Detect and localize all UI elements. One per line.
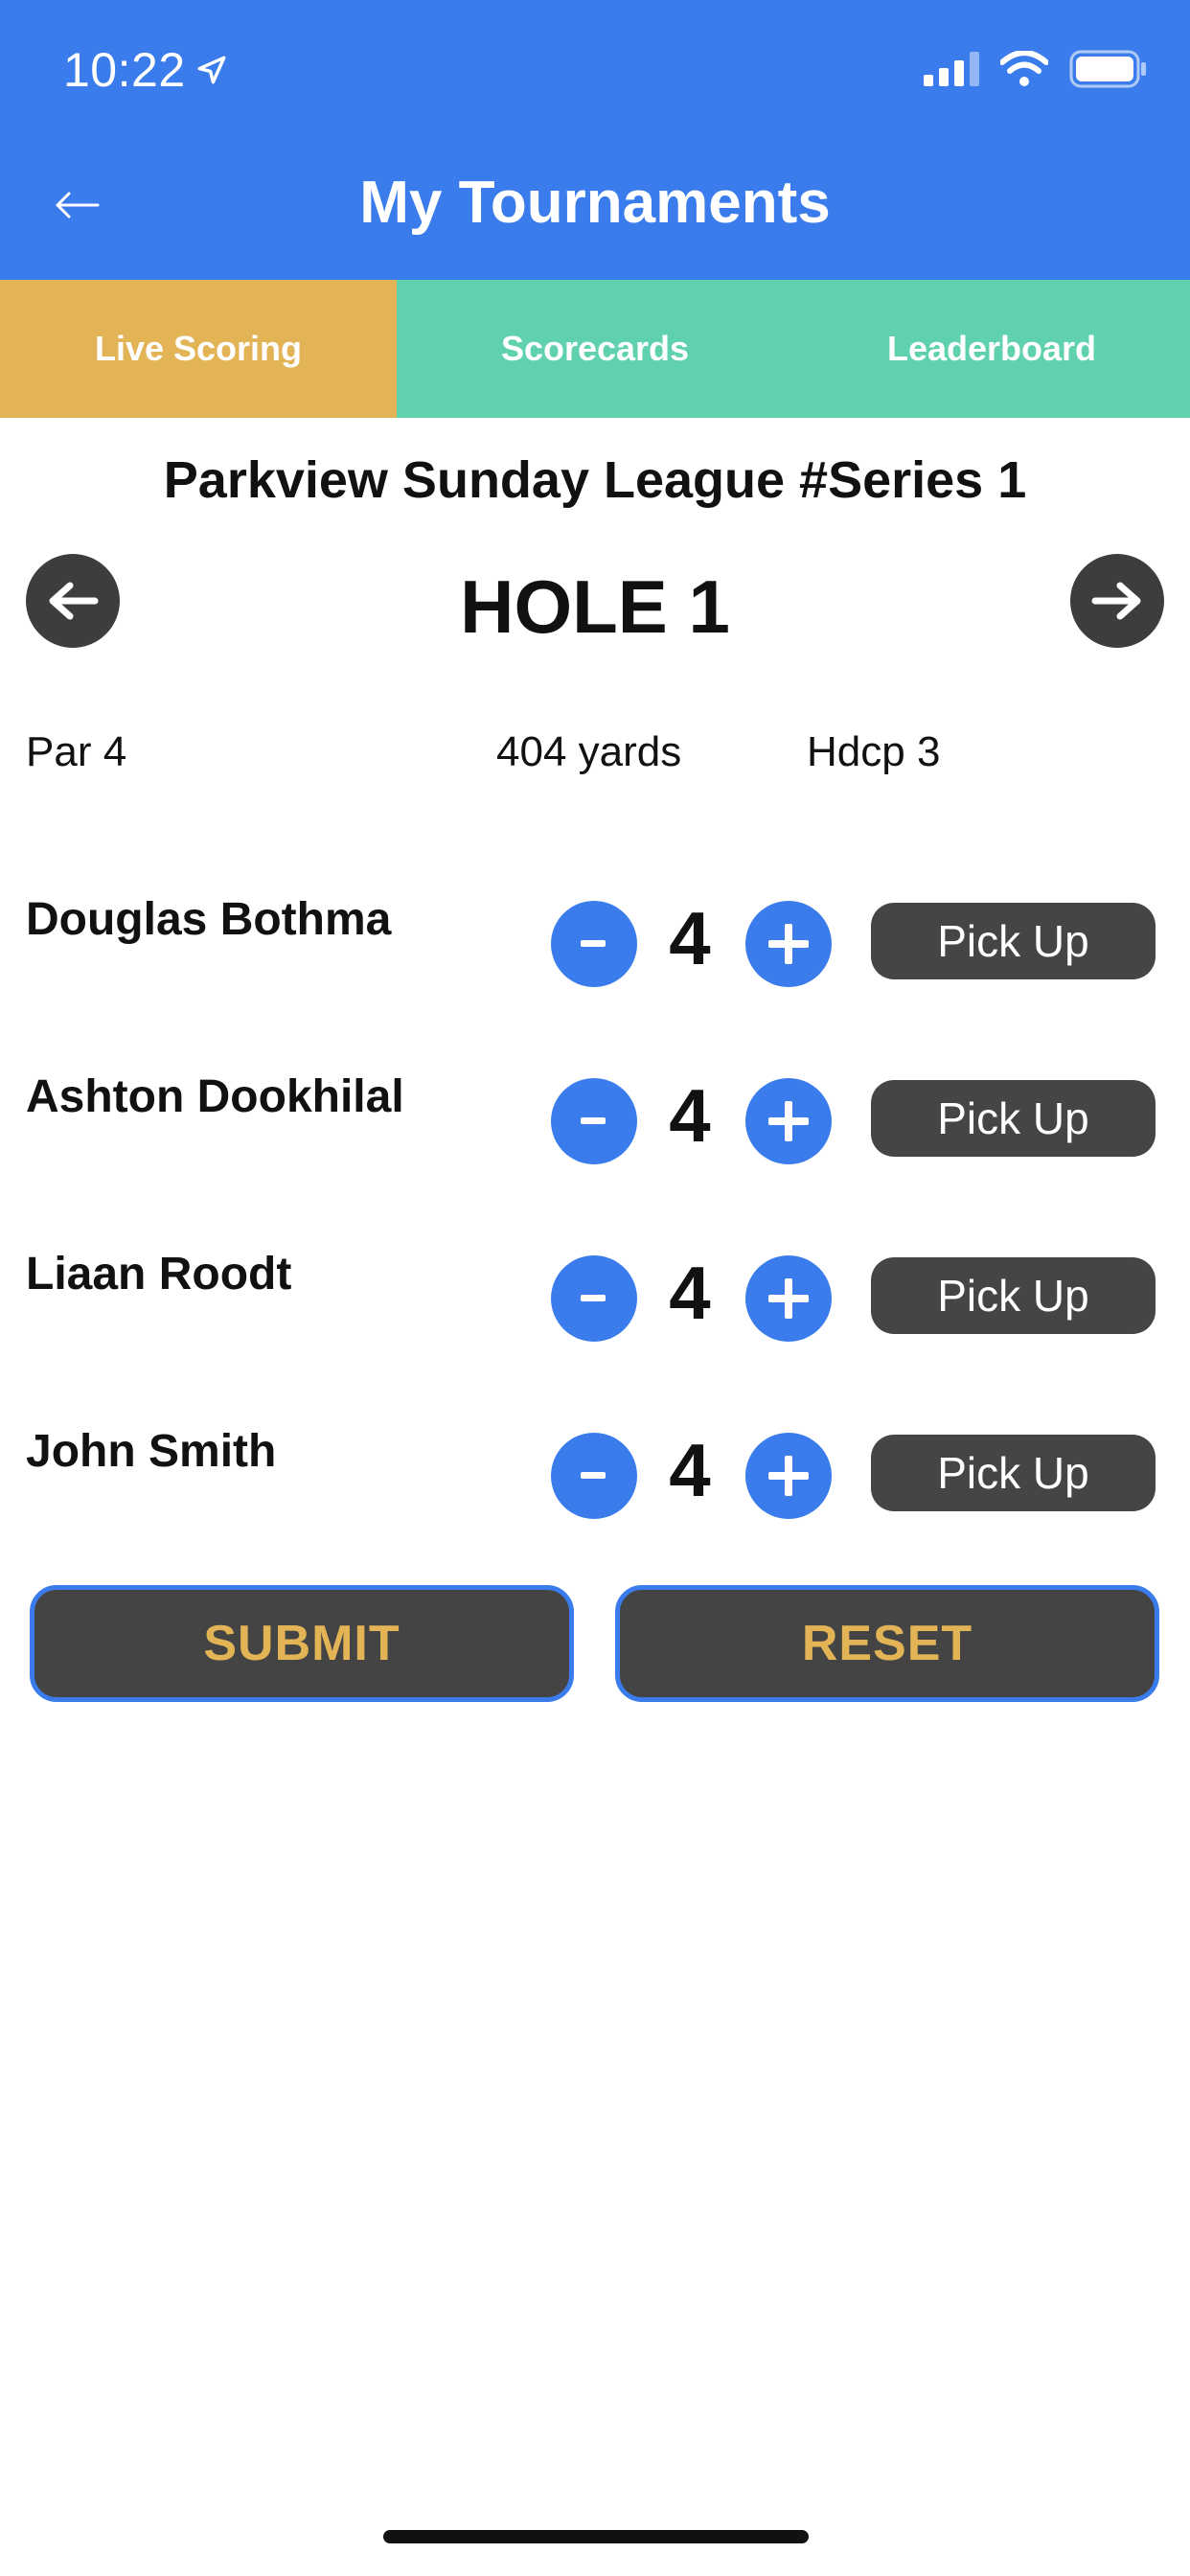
tab-bar: Live Scoring Scorecards Leaderboard bbox=[0, 280, 1190, 418]
pick-up-button[interactable]: Pick Up bbox=[871, 1257, 1156, 1334]
plus-icon bbox=[768, 1101, 809, 1141]
status-icons bbox=[924, 50, 1148, 88]
battery-icon bbox=[1069, 50, 1146, 88]
score-value: 4 bbox=[669, 1073, 711, 1158]
location-arrow-icon bbox=[197, 56, 226, 84]
player-name: John Smith bbox=[26, 1426, 277, 1477]
par-value: Par 4 bbox=[26, 728, 127, 775]
app-header: 10:22 My Tournaments bbox=[0, 0, 1190, 280]
status-time-text: 10:22 bbox=[63, 43, 186, 97]
arrow-right-icon bbox=[1091, 582, 1141, 620]
player-name: Ashton Dookhilal bbox=[26, 1071, 404, 1122]
status-time: 10:22 bbox=[63, 42, 228, 98]
pick-up-button[interactable]: Pick Up bbox=[871, 903, 1156, 979]
increase-score-button[interactable] bbox=[745, 1255, 832, 1342]
player-row: Ashton Dookhilal 4 Pick Up bbox=[0, 1070, 1190, 1166]
plus-icon bbox=[768, 1456, 809, 1496]
score-value: 4 bbox=[669, 1251, 711, 1335]
minus-icon bbox=[581, 1472, 606, 1479]
wifi-icon bbox=[1000, 51, 1048, 86]
hole-navigator: HOLE 1 bbox=[0, 554, 1190, 650]
score-value: 4 bbox=[669, 896, 711, 980]
league-title: Parkview Sunday League #Series 1 bbox=[163, 451, 1027, 509]
decrease-score-button[interactable] bbox=[551, 901, 637, 987]
decrease-score-button[interactable] bbox=[551, 1433, 637, 1519]
decrease-score-button[interactable] bbox=[551, 1078, 637, 1164]
hole-info: Par 4 404 yards Hdcp 3 bbox=[0, 728, 1190, 786]
increase-score-button[interactable] bbox=[745, 1078, 832, 1164]
plus-icon bbox=[768, 1278, 809, 1319]
player-row: John Smith 4 Pick Up bbox=[0, 1425, 1190, 1521]
pick-up-button[interactable]: Pick Up bbox=[871, 1080, 1156, 1157]
player-name: Liaan Roodt bbox=[26, 1249, 292, 1300]
signal-icon bbox=[924, 52, 979, 86]
yards-value: 404 yards bbox=[496, 728, 682, 775]
player-row: Liaan Roodt 4 Pick Up bbox=[0, 1248, 1190, 1344]
decrease-score-button[interactable] bbox=[551, 1255, 637, 1342]
increase-score-button[interactable] bbox=[745, 901, 832, 987]
minus-icon bbox=[581, 1117, 606, 1124]
home-indicator[interactable] bbox=[383, 2530, 809, 2543]
hole-title: HOLE 1 bbox=[460, 564, 730, 649]
handicap-value: Hdcp 3 bbox=[807, 728, 941, 775]
tab-scorecards[interactable]: Scorecards bbox=[397, 280, 793, 418]
screen: 10:22 My Tournaments Live Scoring Scorec… bbox=[0, 0, 1190, 2576]
player-name: Douglas Bothma bbox=[26, 894, 392, 945]
score-value: 4 bbox=[669, 1428, 711, 1512]
minus-icon bbox=[581, 1295, 606, 1301]
page-title: My Tournaments bbox=[359, 170, 831, 236]
player-row: Douglas Bothma 4 Pick Up bbox=[0, 893, 1190, 989]
tab-live-scoring[interactable]: Live Scoring bbox=[0, 280, 397, 418]
plus-icon bbox=[768, 924, 809, 964]
tab-leaderboard[interactable]: Leaderboard bbox=[793, 280, 1190, 418]
reset-button[interactable]: RESET bbox=[615, 1585, 1159, 1702]
submit-button[interactable]: SUBMIT bbox=[30, 1585, 574, 1702]
pick-up-button[interactable]: Pick Up bbox=[871, 1435, 1156, 1511]
minus-icon bbox=[581, 940, 606, 947]
increase-score-button[interactable] bbox=[745, 1433, 832, 1519]
next-hole-button[interactable] bbox=[1070, 554, 1164, 648]
